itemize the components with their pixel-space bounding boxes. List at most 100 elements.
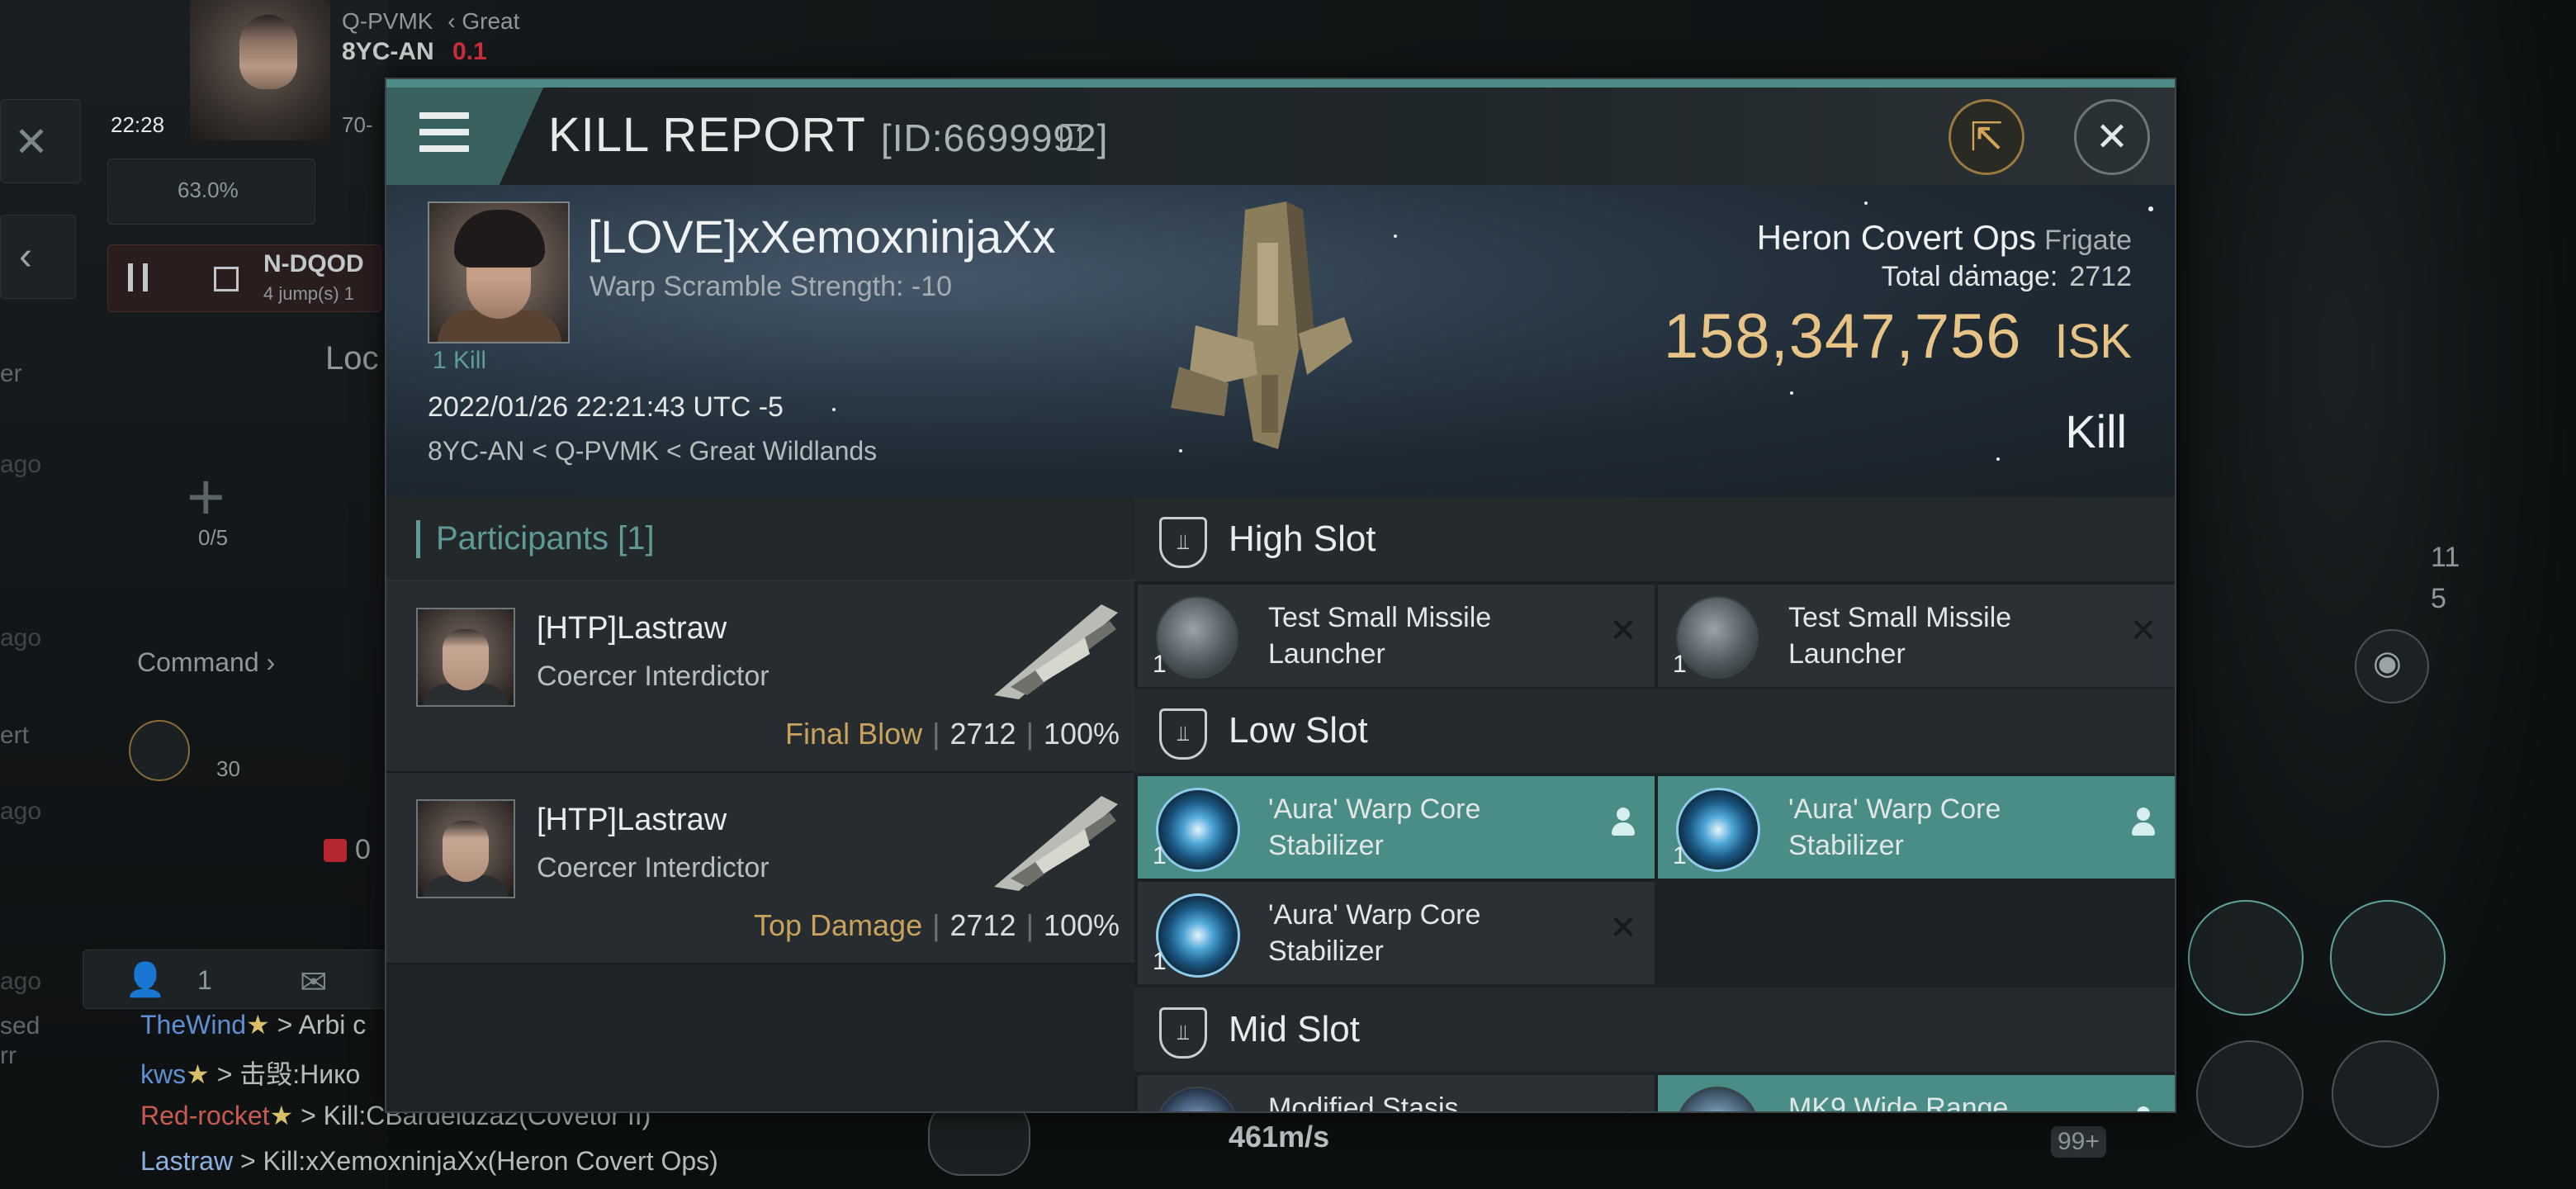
low-slot-header: ⫫ Low Slot — [1134, 689, 2175, 773]
participant-stats: Final Blow | 2712 | 100% — [785, 717, 1120, 751]
participant-portrait[interactable] — [416, 608, 515, 707]
module-quantity: 1 — [1153, 948, 1167, 975]
module-name: Modified Stasis — [1268, 1092, 1459, 1113]
destroyed-icon: ✕ — [1609, 613, 1637, 649]
kill-datetime: 2022/01/26 22:21:43 UTC -5 — [428, 391, 784, 423]
pause-icon[interactable] — [128, 263, 148, 291]
module-name: 'Aura' Warp Core Stabilizer — [1268, 793, 1481, 861]
kill-location[interactable]: 8YC-AN < Q-PVMK < Great Wildlands — [428, 436, 877, 467]
module-quantity: 1 — [1153, 651, 1167, 678]
chat-toolbar: 👤 1 ✉ — [83, 950, 390, 1009]
side-collapse-button[interactable]: ‹ — [0, 215, 76, 299]
route-jumps: 4 jump(s) 1 — [263, 283, 355, 304]
module-item[interactable]: 1 Test Small Missile Launcher ✕ — [1658, 585, 2175, 687]
list-item-snippet: rr — [0, 1042, 17, 1069]
command-button[interactable]: Command › — [137, 647, 275, 678]
list-item-snippet: er — [0, 360, 22, 387]
player-portrait-head — [239, 15, 297, 89]
warp-scramble-strength: Warp Scramble Strength: -10 — [590, 271, 953, 302]
module-dial[interactable] — [129, 720, 190, 781]
dropped-person-icon — [1605, 804, 1641, 841]
destroyed-icon: ✕ — [1609, 910, 1637, 946]
module-quantity: 1 — [1673, 842, 1687, 869]
mid-slot-icon: ⫫ — [1159, 1007, 1207, 1059]
participant-stats: Top Damage | 2712 | 100% — [753, 908, 1120, 942]
people-count: 1 — [197, 965, 212, 995]
list-item-snippet: ago — [0, 798, 42, 825]
module-quantity: 1 — [1153, 842, 1167, 869]
participant-name: [HTP]Lastraw — [537, 803, 727, 837]
module-item[interactable]: 1 'Aura' Warp Core Stabilizer — [1138, 776, 1655, 879]
participant-ship: Coercer Interdictor — [537, 852, 769, 883]
copy-icon[interactable] — [1060, 124, 1082, 150]
participants-title: Participants [1] — [436, 520, 655, 557]
module-button[interactable] — [2188, 900, 2304, 1016]
visibility-toggle[interactable]: ◉ — [2355, 629, 2429, 703]
mail-icon[interactable]: ✉ — [300, 964, 328, 1002]
participant-row[interactable]: [HTP]Lastraw Coercer Interdictor Top Dam… — [386, 773, 1134, 965]
hostile-count: 11 — [2431, 542, 2460, 573]
close-icon: ✕ — [14, 119, 49, 165]
stasis-webifier-icon — [1156, 1087, 1238, 1111]
list-item-snippet: sed — [0, 1012, 40, 1040]
hud-current-system[interactable]: 8YC-AN 0.1 — [342, 38, 487, 66]
chat-line[interactable]: kws★ > 击毁:Нико — [140, 1054, 360, 1092]
module-item[interactable]: 1 'Aura' Warp Core Stabilizer — [1658, 776, 2175, 879]
list-item-snippet: ago — [0, 624, 42, 651]
list-item-snippet: ert — [0, 722, 30, 749]
module-item[interactable]: 1 'Aura' Warp Core Stabilizer ✕ — [1138, 882, 1655, 984]
module-button[interactable] — [2330, 900, 2446, 1016]
participant-row[interactable]: [HTP]Lastraw Coercer Interdictor Final B… — [386, 581, 1134, 774]
resource-indicator[interactable]: 63.0% — [107, 159, 315, 225]
victim-ship-image — [1171, 201, 1352, 449]
ship-speed: 461m/s — [1229, 1120, 1330, 1153]
victim-kill-count: 1 Kill — [433, 347, 487, 374]
module-item[interactable]: MK9 Wide Range — [1658, 1075, 2175, 1111]
people-icon[interactable]: 👤 — [125, 960, 166, 999]
slots-count: 0/5 — [198, 525, 229, 550]
hud-level: 70- — [342, 112, 373, 137]
participant-ship: Coercer Interdictor — [537, 661, 769, 692]
module-item[interactable]: 1 Test Small Missile Launcher ✕ — [1138, 585, 1655, 687]
warning-icon — [324, 839, 347, 862]
total-damage: Total damage: 2712 — [1881, 261, 2132, 292]
high-slot-header: ⫫ High Slot — [1134, 497, 2175, 581]
victim-ship-name[interactable]: Heron Covert Ops Frigate — [1757, 218, 2132, 258]
chevron-left-icon: ‹ — [19, 234, 32, 278]
chat-line[interactable]: TheWind★ > Arbi c — [140, 1009, 366, 1040]
panel-accent-line — [386, 79, 2175, 88]
share-icon: ⇱ — [1969, 116, 2004, 159]
dropped-person-icon — [2125, 804, 2162, 841]
participant-portrait[interactable] — [416, 799, 515, 898]
route-panel[interactable]: N-DQOD 4 jump(s) 1 — [107, 244, 381, 312]
hud-system-parent: Q-PVMK ‹ Great — [342, 8, 520, 34]
module-name: Test Small Missile Launcher — [1788, 602, 2012, 670]
victim-portrait[interactable] — [428, 201, 570, 343]
share-button[interactable]: ⇱ — [1949, 99, 2024, 175]
destroyed-icon: ✕ — [2129, 613, 2157, 649]
weapon-button[interactable] — [2332, 1040, 2439, 1148]
missile-launcher-icon — [1676, 596, 1759, 679]
destroyed-icon: ✕ — [1605, 1103, 1641, 1111]
high-slot-icon: ⫫ — [1159, 517, 1207, 568]
side-close-button[interactable]: ✕ — [0, 99, 81, 183]
module-name: 'Aura' Warp Core Stabilizer — [1268, 899, 1481, 967]
participants-accent — [416, 520, 420, 558]
hud-clock: 22:28 — [111, 112, 165, 137]
add-slot-icon[interactable]: + — [187, 459, 225, 535]
warning-count: 0 — [355, 834, 371, 865]
close-icon: ✕ — [2095, 116, 2129, 159]
overload-badge: 99+ — [2051, 1126, 2106, 1158]
module-name: Test Small Missile Launcher — [1268, 602, 1492, 670]
stop-icon[interactable] — [214, 267, 239, 291]
victim-name[interactable]: [LOVE]xXemoxninjaXx — [588, 210, 1055, 263]
eye-icon: ◉ — [2373, 645, 2402, 681]
shield-extender-icon — [1676, 1087, 1759, 1111]
weapon-button[interactable] — [2196, 1040, 2304, 1148]
close-button[interactable]: ✕ — [2074, 99, 2150, 175]
local-label: Loc — [325, 340, 379, 377]
warp-core-stabilizer-icon — [1156, 893, 1240, 978]
chat-line[interactable]: Lastraw > Kill:xXemoxninjaXx(Heron Cover… — [140, 1146, 718, 1177]
fitting-list: ⫫ High Slot 1 Test Small Missile Launche… — [1134, 497, 2175, 1111]
module-item[interactable]: Modified Stasis ✕ — [1138, 1075, 1655, 1113]
